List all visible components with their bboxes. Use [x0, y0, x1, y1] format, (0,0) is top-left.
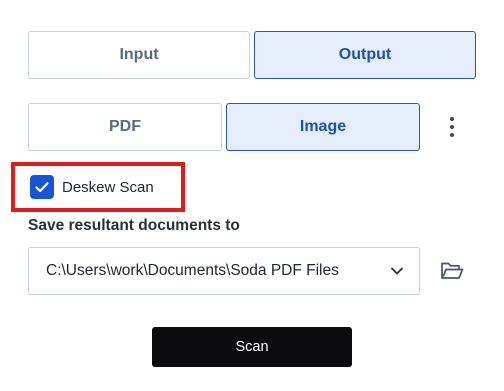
- kebab-dot: [450, 125, 454, 129]
- folder-open-icon[interactable]: [439, 259, 465, 283]
- deskew-scan-checkbox-row[interactable]: Deskew Scan: [30, 175, 154, 199]
- kebab-dot: [450, 117, 454, 121]
- format-image-button[interactable]: Image: [226, 103, 420, 151]
- deskew-scan-label: Deskew Scan: [62, 178, 154, 196]
- scan-settings-panel: Input Output PDF Image Deskew Scan Save …: [0, 0, 504, 391]
- more-options-icon[interactable]: [441, 115, 463, 139]
- save-path-dropdown[interactable]: C:\Users\work\Documents\Soda PDF Files: [28, 247, 420, 295]
- kebab-dot: [450, 133, 454, 137]
- tab-input[interactable]: Input: [28, 31, 250, 79]
- deskew-scan-checkbox[interactable]: [30, 175, 54, 199]
- tab-output[interactable]: Output: [254, 31, 476, 79]
- chevron-down-icon: [389, 263, 405, 279]
- save-location-label: Save resultant documents to: [28, 217, 240, 234]
- save-path-value: C:\Users\work\Documents\Soda PDF Files: [46, 262, 339, 279]
- scan-button[interactable]: Scan: [152, 327, 352, 367]
- format-pdf-button[interactable]: PDF: [28, 103, 222, 151]
- checkmark-icon: [35, 182, 49, 193]
